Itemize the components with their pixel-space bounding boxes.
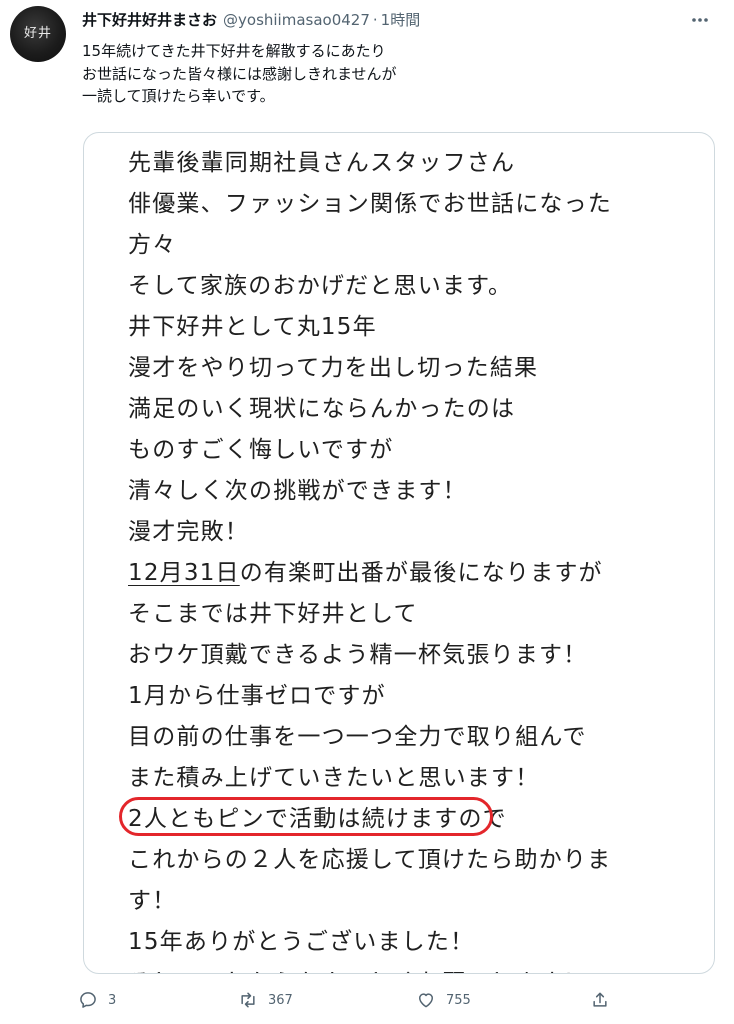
tweet-header: 井下好井好井まさお @yoshiimasao0427 · 1時間: [82, 9, 674, 33]
separator-dot: ·: [372, 11, 378, 29]
image-text-block: こうしてこれたのも吉本 先輩後輩同期社員さんスタッフさん 俳優業、ファッション関…: [128, 133, 612, 973]
image-line: また積み上げていきたいと思います！: [128, 765, 540, 791]
image-line: これからの２人を応援して頂けたら助かりま: [128, 847, 612, 873]
red-highlight-circle: [119, 797, 493, 836]
like-button[interactable]: 755: [416, 988, 471, 1012]
image-line: 満足のいく現状にならんかったのは: [128, 396, 516, 422]
reply-icon: [80, 992, 96, 1008]
image-line: 清々しく次の挑戦ができます！: [128, 478, 467, 504]
image-line: 漫才完敗！: [128, 519, 249, 545]
retweet-icon: [241, 992, 255, 1008]
tweet-actions: 3 367 755: [78, 988, 638, 1012]
tweet-image[interactable]: こうしてこれたのも吉本 先輩後輩同期社員さんスタッフさん 俳優業、ファッション関…: [83, 132, 715, 974]
tweet-text-line: お世話になった皆々様には感謝しきれませんが: [82, 64, 397, 83]
image-line-partial-bottom: そしてこれからもよろしくお願いします！: [128, 963, 612, 973]
avatar[interactable]: 好井: [10, 6, 66, 62]
tweet-text-line: 一読して頂けたら幸いです。: [82, 87, 275, 105]
image-line: 方々: [128, 232, 177, 258]
date-line-rest: の有楽町出番が最後になりますが: [239, 560, 603, 586]
image-line: 15年ありがとうございました！: [128, 929, 475, 955]
image-line-date: 12月31日の有楽町出番が最後になりますが: [128, 553, 612, 594]
image-line: ものすごく悔しいですが: [128, 437, 394, 463]
image-line: 俳優業、ファッション関係でお世話になった: [128, 191, 612, 217]
image-line: そして家族のおかげだと思います。: [128, 273, 513, 299]
avatar-text: 好井: [23, 25, 52, 41]
tweet-text: 15年続けてきた井下好井を解散するにあたり お世話になった皆々様には感謝しきれま…: [82, 40, 702, 108]
share-icon: [593, 992, 607, 1007]
display-name[interactable]: 井下好井好井まさお: [82, 9, 217, 30]
image-line: 漫才をやり切って力を出し切った結果: [128, 355, 539, 381]
reply-button[interactable]: 3: [78, 988, 116, 1012]
reply-count: 3: [108, 992, 117, 1008]
retweet-button[interactable]: 367: [238, 988, 293, 1012]
image-line: 目の前の仕事を一つ一つ全力で取り組んで: [128, 724, 587, 750]
underlined-date: 12月31日: [128, 560, 240, 586]
timestamp[interactable]: 1時間: [381, 9, 421, 30]
image-line: す！: [128, 888, 177, 914]
heart-icon: [419, 993, 433, 1008]
more-options-icon[interactable]: [688, 8, 712, 32]
image-line-partial-top: こうしてこれたのも吉本: [128, 133, 612, 143]
share-button[interactable]: [590, 988, 610, 1012]
user-handle[interactable]: @yoshiimasao0427: [223, 11, 370, 29]
image-line: おウケ頂戴できるよう精一杯気張ります！: [128, 642, 588, 668]
image-line: 井下好井として丸15年: [128, 314, 377, 340]
image-line: 先輩後輩同期社員さんスタッフさん: [128, 150, 516, 176]
like-count: 755: [446, 992, 471, 1008]
image-line: そこまでは井下好井として: [128, 601, 418, 627]
image-line: 1月から仕事ゼロですが: [128, 683, 386, 709]
retweet-count: 367: [268, 992, 293, 1008]
tweet-text-line: 15年続けてきた井下好井を解散するにあたり: [82, 42, 386, 60]
